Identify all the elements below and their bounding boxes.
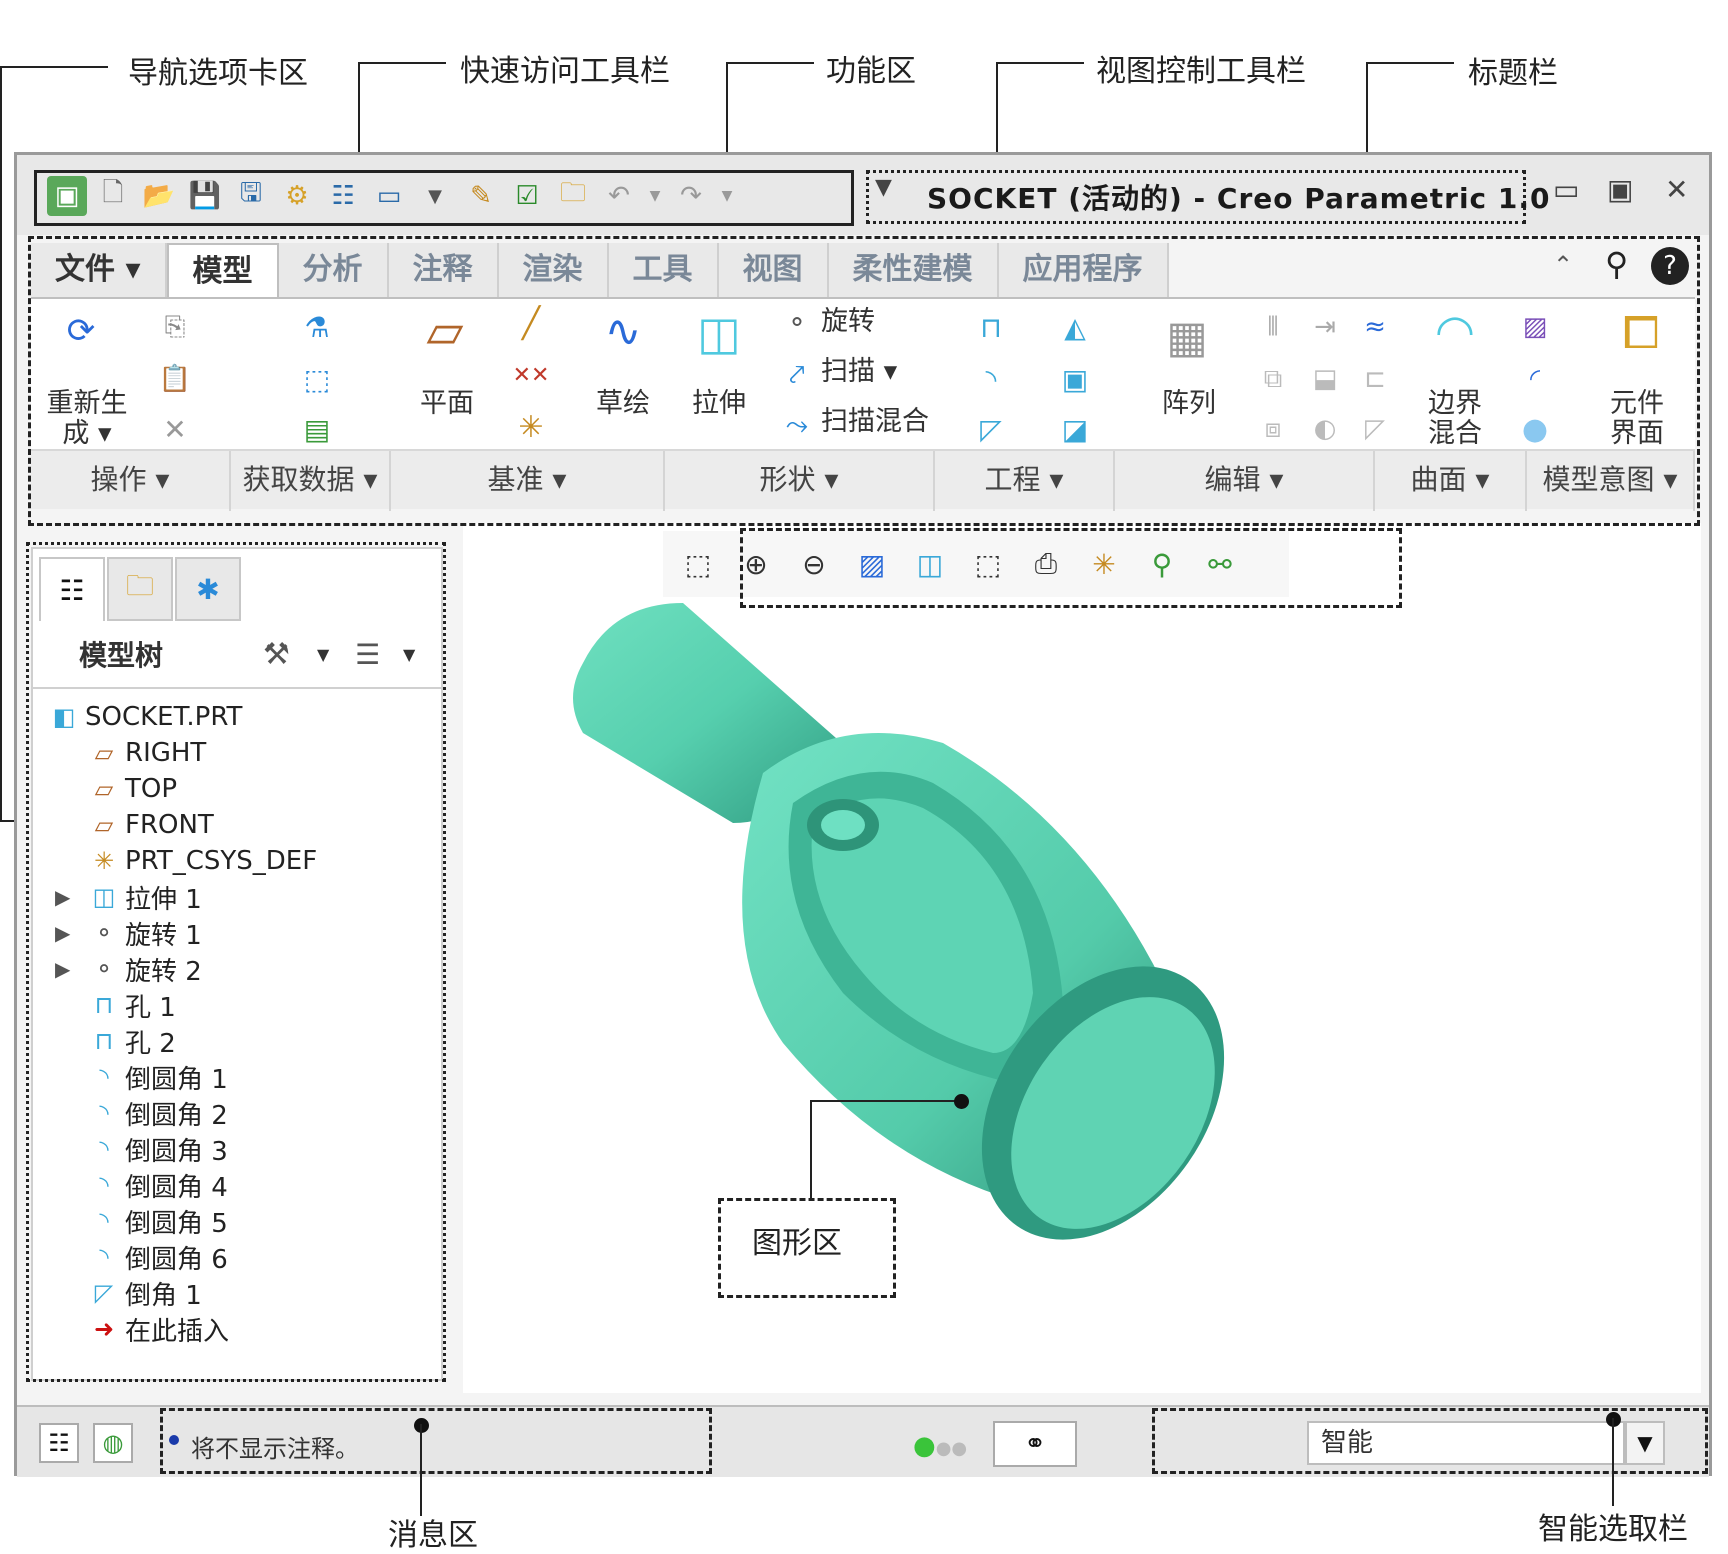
leader-line [420, 1424, 422, 1516]
socket-model[interactable] [463, 523, 1701, 1393]
callout-message-area: 消息区 [388, 1518, 478, 1553]
frame-view-control [740, 528, 1402, 608]
callout-ribbon: 功能区 [826, 54, 916, 89]
leader-line [1612, 1418, 1614, 1506]
leader-line [0, 66, 2, 822]
frame-title-bar [866, 170, 1526, 224]
leader-line [0, 66, 108, 68]
leader-line [810, 1100, 812, 1198]
leader-line [1366, 62, 1454, 64]
frame-message [160, 1408, 712, 1474]
callout-graphics-area: 图形区 [752, 1226, 842, 1261]
status-light-icon: ●●● [913, 1431, 968, 1461]
refit-icon[interactable]: ⬚ [677, 543, 719, 585]
frame-smart-select [1152, 1408, 1708, 1474]
minimize-icon[interactable]: ▭ [1553, 173, 1579, 206]
callout-view-control: 视图控制工具栏 [1096, 54, 1306, 89]
leader-line [726, 62, 814, 64]
frame-ribbon [28, 236, 1700, 526]
close-icon[interactable]: ✕ [1665, 173, 1688, 206]
browser-toggle-icon[interactable]: ◍ [93, 1423, 133, 1463]
callout-smart-select: 智能选取栏 [1538, 1512, 1688, 1547]
leader-line [810, 1100, 960, 1102]
leader-dot [954, 1094, 969, 1109]
leader-line [996, 62, 1084, 64]
graphics-area[interactable] [463, 523, 1701, 1393]
find-binoculars-icon[interactable]: ⚭ [993, 1421, 1077, 1467]
callout-title-bar: 标题栏 [1468, 56, 1558, 91]
maximize-icon[interactable]: ▣ [1607, 173, 1633, 206]
callout-nav-tab-area: 导航选项卡区 [128, 56, 308, 91]
frame-quick-access [34, 170, 854, 226]
callout-quick-access: 快速访问工具栏 [460, 54, 670, 89]
leader-line [358, 62, 446, 64]
frame-navigator [26, 542, 446, 1382]
model-tree-toggle-icon[interactable]: ☷ [39, 1423, 79, 1463]
